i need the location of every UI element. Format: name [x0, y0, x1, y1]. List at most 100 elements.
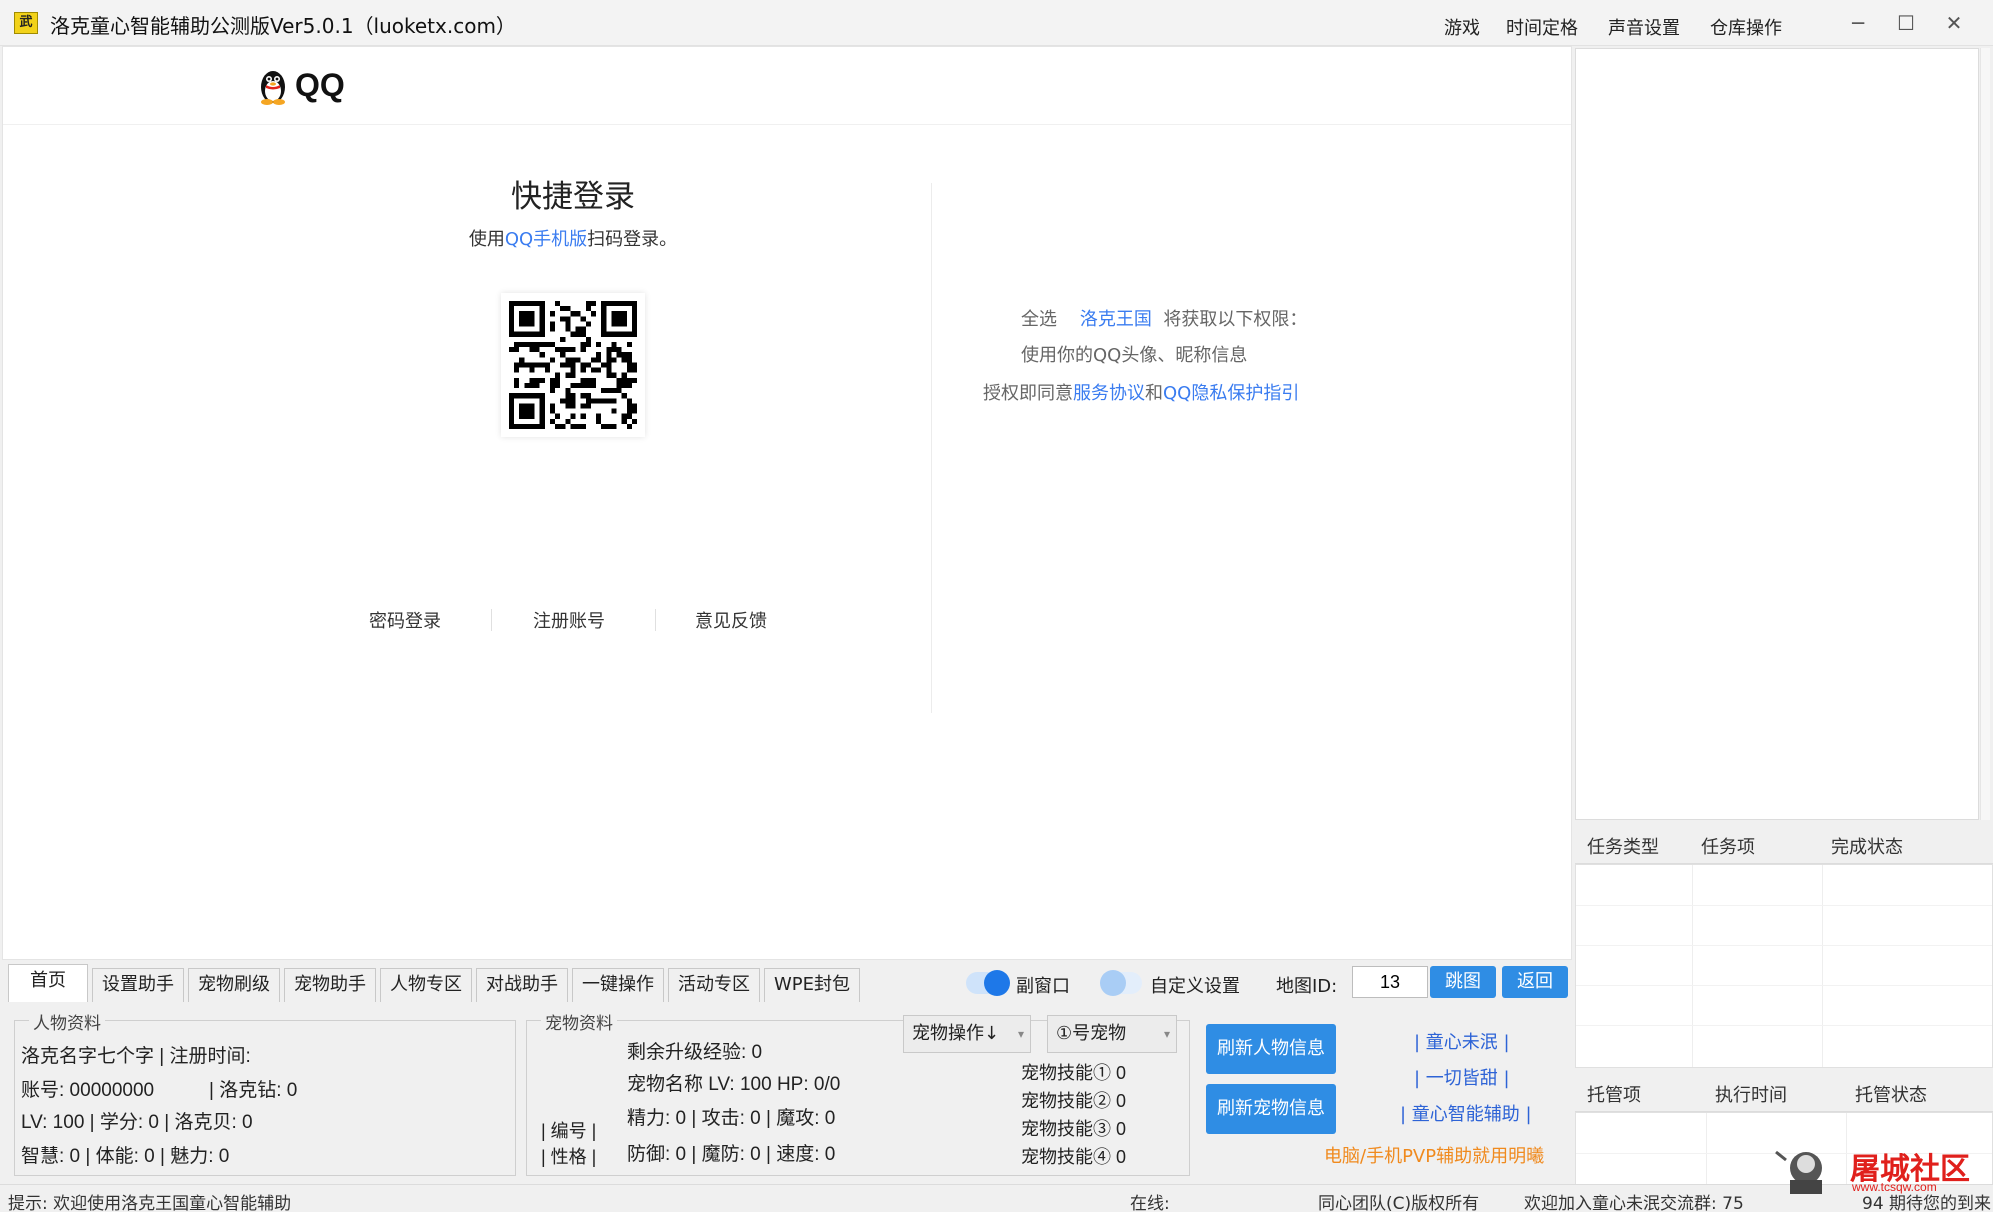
- hosting-grid-header: 托管项 执行时间 托管状态: [1575, 1070, 1993, 1112]
- back-button[interactable]: 返回: [1502, 966, 1568, 998]
- subtitle-suffix: 扫码登录。: [587, 229, 678, 250]
- quick-login-title: 快捷登录: [511, 179, 635, 215]
- qq-penguin-icon: [261, 71, 285, 105]
- pet-exp: 剩余升级经验: 0: [627, 1042, 763, 1063]
- task-grid-header: 任务类型 任务项 完成状态: [1575, 822, 1993, 864]
- map-id-input[interactable]: [1352, 966, 1428, 998]
- status-tip: 提示: 欢迎使用洛克王国童心智能辅助: [8, 1194, 292, 1212]
- pet-nature-label: | 性格 |: [541, 1147, 597, 1167]
- qq-logo-text: QQ: [295, 67, 345, 103]
- link-tongxin-assistant[interactable]: | 童心智能辅助 |: [1400, 1100, 1532, 1126]
- grid-divider: [1822, 865, 1823, 1067]
- tab-settings-assistant[interactable]: 设置助手: [92, 968, 184, 1002]
- task-grid[interactable]: [1575, 864, 1993, 1068]
- person-diamond: | 洛克钻: 0: [209, 1080, 298, 1101]
- status-bar: 提示: 欢迎使用洛克王国童心智能辅助 在线: 同心团队(C)版权所有 欢迎加入童…: [0, 1184, 1993, 1212]
- hosting-status-column[interactable]: 托管状态: [1855, 1081, 1927, 1107]
- pet-operation-combo[interactable]: 宠物操作↓ ▾: [903, 1015, 1031, 1053]
- tab-home[interactable]: 首页: [8, 964, 88, 1002]
- close-icon[interactable]: ✕: [1934, 6, 1974, 40]
- map-id-label: 地图ID:: [1276, 976, 1338, 997]
- menu-game[interactable]: 游戏: [1444, 14, 1480, 40]
- register-account-link[interactable]: 注册账号: [533, 607, 605, 633]
- person-info-title: 人物资料: [29, 1009, 105, 1034]
- person-attr-line: 智慧: 0 | 体能: 0 | 魅力: 0: [21, 1146, 230, 1167]
- jump-map-button[interactable]: 跳图: [1430, 966, 1496, 998]
- panel-divider: [931, 183, 932, 713]
- chevron-down-icon: ▾: [1017, 1027, 1024, 1041]
- password-login-link[interactable]: 密码登录: [369, 607, 441, 633]
- pet-skill-4: 宠物技能④ 0: [1021, 1147, 1127, 1167]
- title-bar: 武 洛克童心智能辅助公测版Ver5.0.1（luoketx.com） 游戏 时间…: [0, 0, 1993, 46]
- tab-wpe-packet[interactable]: WPE封包: [764, 968, 860, 1002]
- pet-skill-2: 宠物技能② 0: [1021, 1091, 1127, 1111]
- person-level-line: LV: 100 | 学分: 0 | 洛克贝: 0: [21, 1112, 253, 1133]
- link-yiqie-jietian[interactable]: | 一切皆甜 |: [1414, 1064, 1510, 1090]
- link-separator: [491, 609, 492, 631]
- pet-stats-1: 精力: 0 | 攻击: 0 | 魔攻: 0: [627, 1108, 836, 1129]
- person-name-line: 洛克名字七个字 | 注册时间:: [21, 1046, 251, 1067]
- menu-warehouse[interactable]: 仓库操作: [1710, 14, 1782, 40]
- info-area: 人物资料 洛克名字七个字 | 注册时间: 账号: 00000000 | 洛克钻:…: [2, 1006, 1572, 1184]
- qr-code-image: [509, 301, 637, 429]
- custom-settings-label: 自定义设置: [1150, 976, 1240, 997]
- service-agreement-link[interactable]: 服务协议: [1073, 383, 1145, 404]
- refresh-person-button[interactable]: 刷新人物信息: [1206, 1024, 1336, 1074]
- agree-and: 和: [1145, 383, 1163, 404]
- task-item-column[interactable]: 任务项: [1701, 833, 1755, 859]
- app-name-link[interactable]: 洛克王国: [1080, 309, 1152, 330]
- feedback-link[interactable]: 意见反馈: [695, 607, 767, 633]
- toggle-knob: [1100, 970, 1126, 996]
- tab-pet-leveling[interactable]: 宠物刷级: [188, 968, 280, 1002]
- qq-login-panel: QQ 快捷登录 使用QQ手机版扫码登录。 全选 洛克王国 将获取以下权限： 使用…: [2, 46, 1572, 960]
- log-scrollbar[interactable]: [1980, 48, 1990, 820]
- window-title: 洛克童心智能辅助公测版Ver5.0.1（luoketx.com）: [50, 14, 516, 38]
- tab-character[interactable]: 人物专区: [380, 968, 472, 1002]
- status-copyright: 同心团队(C)版权所有: [1318, 1194, 1480, 1212]
- tab-bar: 首页 设置助手 宠物刷级 宠物助手 人物专区 对战助手 一键操作 活动专区 WP…: [2, 960, 1572, 1006]
- grid-divider: [1576, 945, 1992, 946]
- pet-skill-1: 宠物技能① 0: [1021, 1063, 1127, 1083]
- custom-settings-toggle[interactable]: [1100, 970, 1142, 996]
- app-icon: 武: [14, 12, 38, 34]
- link-tongxin-weimin[interactable]: | 童心未泯 |: [1414, 1028, 1510, 1054]
- grid-divider: [1576, 905, 1992, 906]
- privacy-guide-link[interactable]: QQ隐私保护指引: [1163, 383, 1299, 404]
- pet-info-title: 宠物资料: [541, 1009, 617, 1034]
- sub-window-label: 副窗口: [1016, 976, 1070, 997]
- person-account: 账号: 00000000: [21, 1080, 155, 1101]
- status-online: 在线:: [1130, 1194, 1170, 1212]
- subtitle-prefix: 使用: [468, 229, 505, 250]
- pet-info-group: 宠物资料 | 编号 | | 性格 | 剩余升级经验: 0 宠物名称 LV: 10…: [526, 1009, 1190, 1176]
- menu-time-freeze[interactable]: 时间定格: [1506, 14, 1578, 40]
- minimize-icon[interactable]: ─: [1838, 6, 1878, 40]
- tab-events[interactable]: 活动专区: [668, 968, 760, 1002]
- sub-window-toggle[interactable]: [966, 970, 1010, 996]
- task-type-column[interactable]: 任务类型: [1587, 833, 1659, 859]
- task-status-column[interactable]: 完成状态: [1831, 833, 1903, 859]
- promo-text[interactable]: 电脑/手机PVP辅助就用明曦: [1324, 1142, 1544, 1168]
- qr-code[interactable]: [501, 293, 645, 437]
- pet-id-label: | 编号 |: [541, 1121, 597, 1141]
- refresh-pet-button[interactable]: 刷新宠物信息: [1206, 1084, 1336, 1134]
- combo-value: ①号宠物: [1056, 1023, 1127, 1044]
- pet-slot-combo[interactable]: ①号宠物 ▾: [1047, 1015, 1177, 1053]
- execution-time-column[interactable]: 执行时间: [1715, 1081, 1787, 1107]
- select-all-label[interactable]: 全选: [1021, 309, 1057, 330]
- link-separator: [655, 609, 656, 631]
- tab-one-click[interactable]: 一键操作: [572, 968, 664, 1002]
- chevron-down-icon: ▾: [1163, 1027, 1170, 1041]
- tab-pet-assistant[interactable]: 宠物助手: [284, 968, 376, 1002]
- hosting-item-column[interactable]: 托管项: [1587, 1081, 1641, 1107]
- log-area: [1575, 48, 1979, 820]
- watermark: 屠城社区 www.tcsqw.com: [1772, 1140, 1982, 1200]
- maximize-icon[interactable]: ☐: [1886, 6, 1926, 40]
- watermark-url: www.tcsqw.com: [1852, 1180, 1937, 1194]
- toggle-knob: [984, 970, 1010, 996]
- menu-sound-settings[interactable]: 声音设置: [1608, 14, 1680, 40]
- qq-mobile-link[interactable]: QQ手机版: [505, 229, 587, 250]
- person-info-group: 人物资料 洛克名字七个字 | 注册时间: 账号: 00000000 | 洛克钻:…: [14, 1009, 516, 1176]
- pet-stats-2: 防御: 0 | 魔防: 0 | 速度: 0: [627, 1144, 836, 1165]
- tab-battle-assistant[interactable]: 对战助手: [476, 968, 568, 1002]
- permission-agree-line: 授权即同意服务协议和QQ隐私保护指引: [983, 379, 1299, 405]
